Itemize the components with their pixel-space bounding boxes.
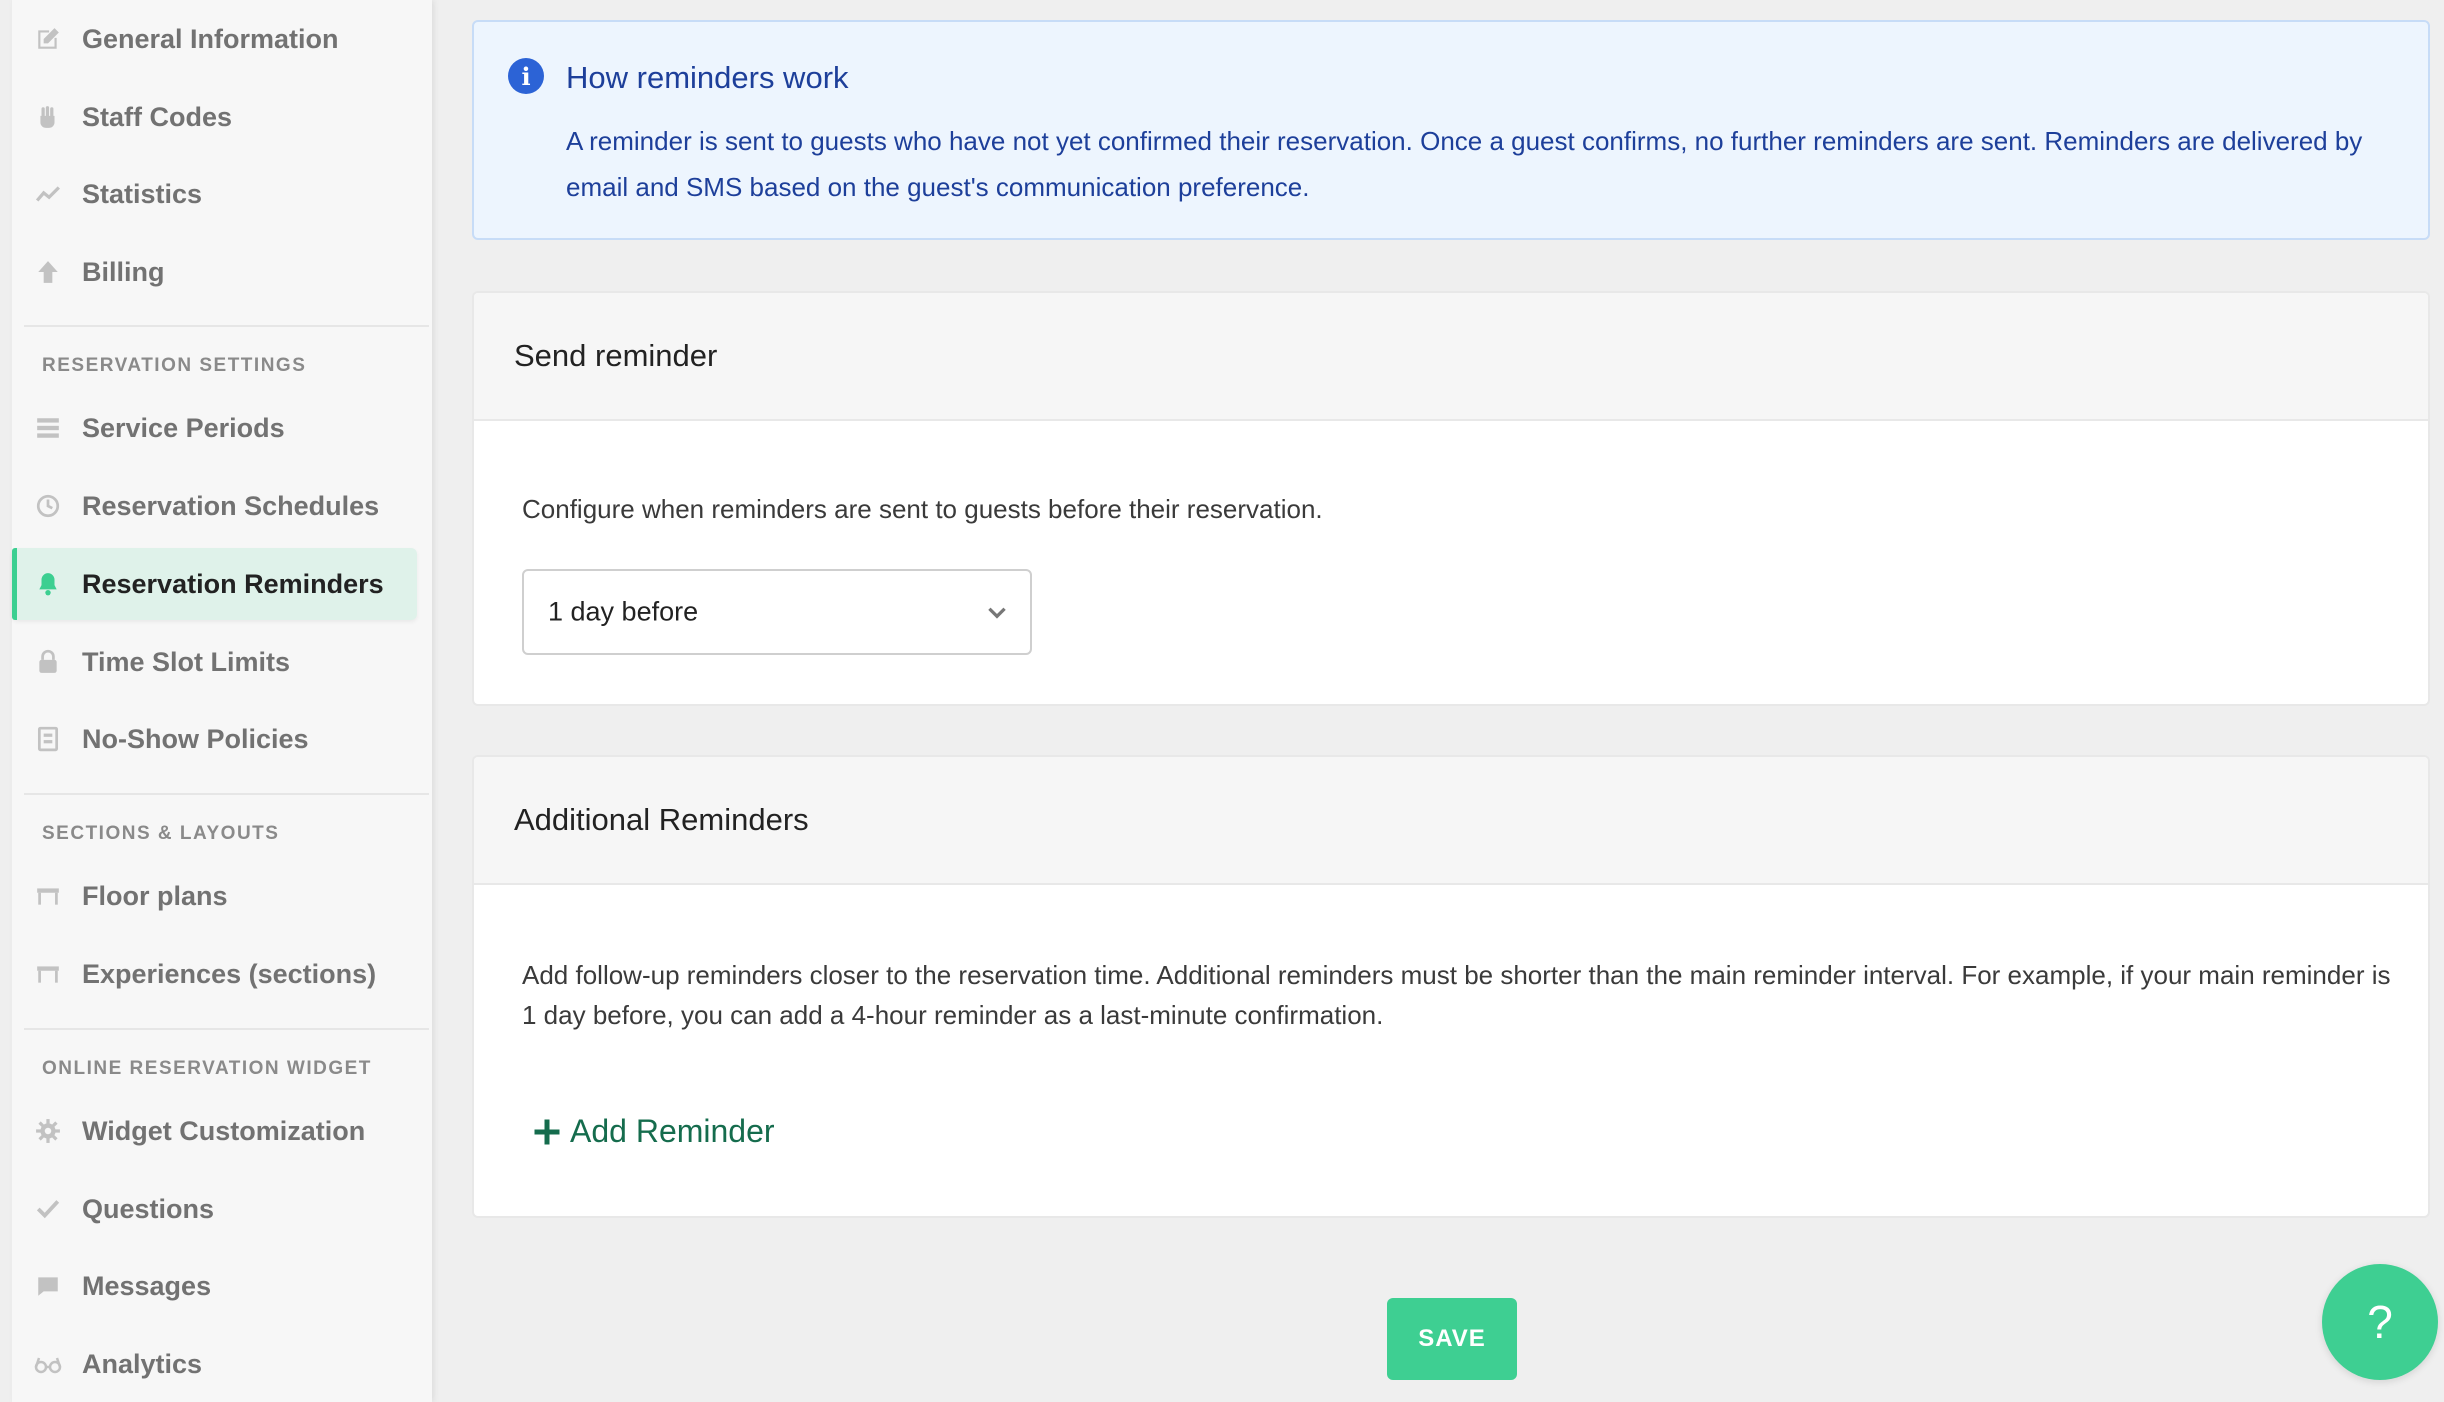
- info-title: How reminders work: [566, 60, 849, 95]
- sidebar-item-label: Messages: [82, 1270, 212, 1301]
- sidebar-item-label: Reservation Reminders: [82, 568, 384, 599]
- sidebar-item-label: General Information: [82, 23, 339, 54]
- sidebar-item-general-information[interactable]: General Information: [12, 3, 417, 75]
- document-icon: [34, 725, 62, 753]
- sidebar-divider: [24, 1028, 429, 1030]
- reminder-timing-select[interactable]: 1 day before: [522, 569, 1032, 655]
- plus-icon: [532, 1117, 562, 1147]
- bell-icon: [34, 570, 62, 598]
- glasses-icon: [34, 1350, 62, 1378]
- sidebar-item-billing[interactable]: Billing: [12, 236, 417, 308]
- table-icon: [34, 882, 62, 910]
- sidebar-item-label: Reservation Schedules: [82, 490, 380, 521]
- select-value: 1 day before: [548, 596, 699, 627]
- sidebar-item-time-slot-limits[interactable]: Time Slot Limits: [12, 626, 417, 698]
- add-reminder-label: Add Reminder: [570, 1113, 775, 1149]
- help-button[interactable]: ?: [2322, 1264, 2438, 1380]
- sidebar-item-staff-codes[interactable]: Staff Codes: [12, 81, 417, 153]
- card-title: Additional Reminders: [514, 802, 809, 837]
- edit-icon: [34, 25, 62, 53]
- sidebar-item-widget-customization[interactable]: Widget Customization: [12, 1095, 417, 1167]
- list-icon: [34, 414, 62, 442]
- message-icon: [34, 1272, 62, 1300]
- sidebar-item-label: Questions: [82, 1193, 215, 1224]
- sidebar-item-label: Statistics: [82, 178, 203, 209]
- sidebar-item-label: Time Slot Limits: [82, 646, 291, 677]
- send-reminder-card: Send reminder Configure when reminders a…: [472, 291, 2430, 706]
- sidebar-item-label: Staff Codes: [82, 101, 233, 132]
- sidebar-section-header: RESERVATION SETTINGS: [42, 355, 307, 376]
- sidebar-item-label: Analytics: [82, 1348, 203, 1379]
- card-header: Send reminder: [474, 293, 2428, 421]
- help-icon: ?: [2367, 1296, 2393, 1348]
- upload-icon: [34, 258, 62, 286]
- chevron-down-icon: [984, 599, 1010, 625]
- sidebar-item-analytics[interactable]: Analytics: [12, 1328, 417, 1400]
- sidebar-item-floor-plans[interactable]: Floor plans: [12, 860, 417, 932]
- card-title: Send reminder: [514, 338, 718, 373]
- check-icon: [34, 1195, 62, 1223]
- sidebar-item-label: Billing: [82, 256, 165, 287]
- sidebar-item-questions[interactable]: Questions: [12, 1173, 417, 1245]
- sidebar-item-label: Floor plans: [82, 880, 228, 911]
- sidebar-divider: [24, 325, 429, 327]
- sidebar-divider: [24, 793, 429, 795]
- gear-icon: [34, 1117, 62, 1145]
- sidebar-section-header: SECTIONS & LAYOUTS: [42, 823, 280, 844]
- sidebar-item-label: No-Show Policies: [82, 723, 309, 754]
- sidebar-section-header: ONLINE RESERVATION WIDGET: [42, 1058, 372, 1079]
- hand-icon: [34, 103, 62, 131]
- info-icon: i: [508, 58, 544, 94]
- clock-icon: [34, 492, 62, 520]
- sidebar-item-no-show-policies[interactable]: No-Show Policies: [12, 703, 417, 775]
- sidebar: General Information Staff Codes Statisti…: [12, 0, 432, 1402]
- additional-reminders-description: Add follow-up reminders closer to the re…: [522, 960, 2391, 1030]
- sidebar-item-reservation-reminders[interactable]: Reservation Reminders: [12, 548, 417, 620]
- info-callout: i How reminders work A reminder is sent …: [472, 20, 2430, 240]
- sidebar-item-label: Experiences (sections): [82, 958, 377, 989]
- chart-line-icon: [34, 180, 62, 208]
- sidebar-item-reservation-schedules[interactable]: Reservation Schedules: [12, 470, 417, 542]
- sidebar-item-statistics[interactable]: Statistics: [12, 158, 417, 230]
- lock-icon: [34, 648, 62, 676]
- sidebar-item-label: Service Periods: [82, 412, 285, 443]
- sidebar-item-service-periods[interactable]: Service Periods: [12, 392, 417, 464]
- sidebar-item-label: Widget Customization: [82, 1115, 366, 1146]
- info-text: A reminder is sent to guests who have no…: [566, 126, 2363, 202]
- sidebar-item-experiences[interactable]: Experiences (sections): [12, 938, 417, 1010]
- additional-reminders-card: Additional Reminders Add follow-up remin…: [472, 755, 2430, 1218]
- card-header: Additional Reminders: [474, 757, 2428, 885]
- save-button[interactable]: SAVE: [1387, 1298, 1517, 1380]
- add-reminder-button[interactable]: Add Reminder: [532, 1113, 775, 1150]
- sidebar-item-messages[interactable]: Messages: [12, 1250, 417, 1322]
- table-icon: [34, 960, 62, 988]
- send-reminder-description: Configure when reminders are sent to gue…: [522, 494, 1323, 524]
